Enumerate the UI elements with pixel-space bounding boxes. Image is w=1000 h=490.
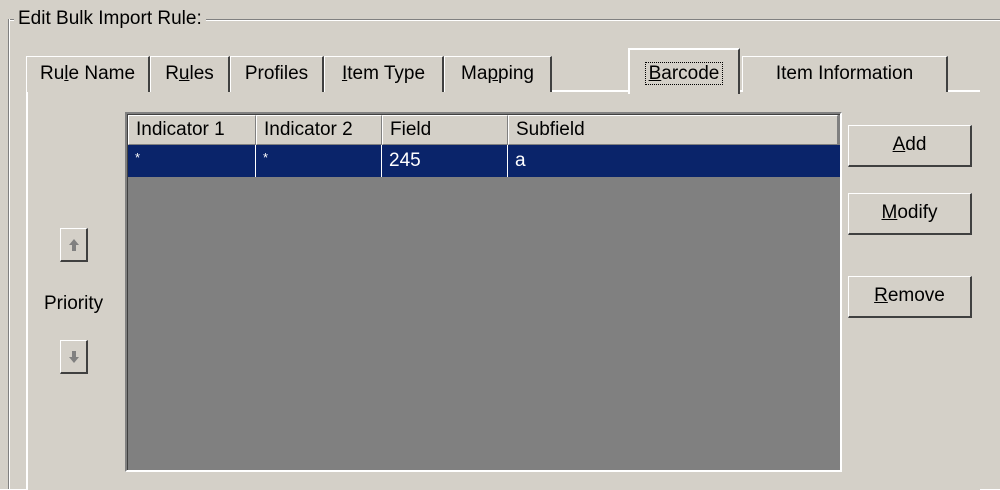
tab-item-type[interactable]: Item Type (324, 56, 444, 92)
group-border-left (8, 19, 10, 489)
priority-up-button[interactable] (60, 228, 88, 262)
arrow-down-icon (68, 350, 79, 363)
tab-label: Mapping (461, 63, 534, 84)
tab-mapping[interactable]: Mapping (444, 56, 552, 92)
table-row[interactable]: * * 245 a (128, 145, 840, 177)
group-title: Edit Bulk Import Rule: (14, 7, 206, 31)
cell-indicator-1: * (128, 145, 256, 177)
grid-body: Indicator 1 Indicator 2 Field Subfield *… (127, 114, 840, 470)
tab-item-information[interactable]: Item Information (742, 56, 948, 92)
column-header-indicator-1[interactable]: Indicator 1 (128, 115, 256, 145)
priority-down-button[interactable] (60, 340, 88, 374)
tab-barcode[interactable]: Barcode (628, 48, 740, 94)
tab-label: Item Type (341, 63, 426, 84)
tab-label: Profiles (244, 63, 309, 84)
button-label: Add (892, 134, 927, 155)
tab-rules[interactable]: Rules (150, 56, 230, 92)
tab-label: Rule Name (39, 63, 136, 84)
button-label: Remove (874, 285, 945, 306)
arrow-up-icon (68, 238, 79, 251)
bulk-import-rule-group: Edit Bulk Import Rule: Rule Name Rules P… (0, 0, 1000, 490)
add-button[interactable]: Add (848, 125, 972, 167)
column-header-field[interactable]: Field (382, 115, 508, 145)
cell-field: 245 (382, 145, 508, 177)
tab-label: Item Information (775, 63, 914, 84)
modify-button[interactable]: Modify (848, 193, 972, 235)
cell-indicator-2: * (256, 145, 382, 177)
remove-button[interactable]: Remove (848, 276, 972, 318)
priority-label: Priority (44, 293, 104, 314)
button-label: Modify (881, 202, 938, 223)
column-header-subfield[interactable]: Subfield (508, 115, 838, 145)
tab-profiles[interactable]: Profiles (230, 56, 324, 92)
tab-label: Rules (165, 63, 214, 84)
grid-header-row: Indicator 1 Indicator 2 Field Subfield (128, 115, 840, 145)
tab-rule-name[interactable]: Rule Name (26, 56, 150, 92)
cell-subfield: a (515, 150, 526, 171)
barcode-rules-grid[interactable]: Indicator 1 Indicator 2 Field Subfield *… (125, 112, 842, 472)
column-header-indicator-2[interactable]: Indicator 2 (256, 115, 382, 145)
tab-label: Barcode (644, 62, 724, 85)
